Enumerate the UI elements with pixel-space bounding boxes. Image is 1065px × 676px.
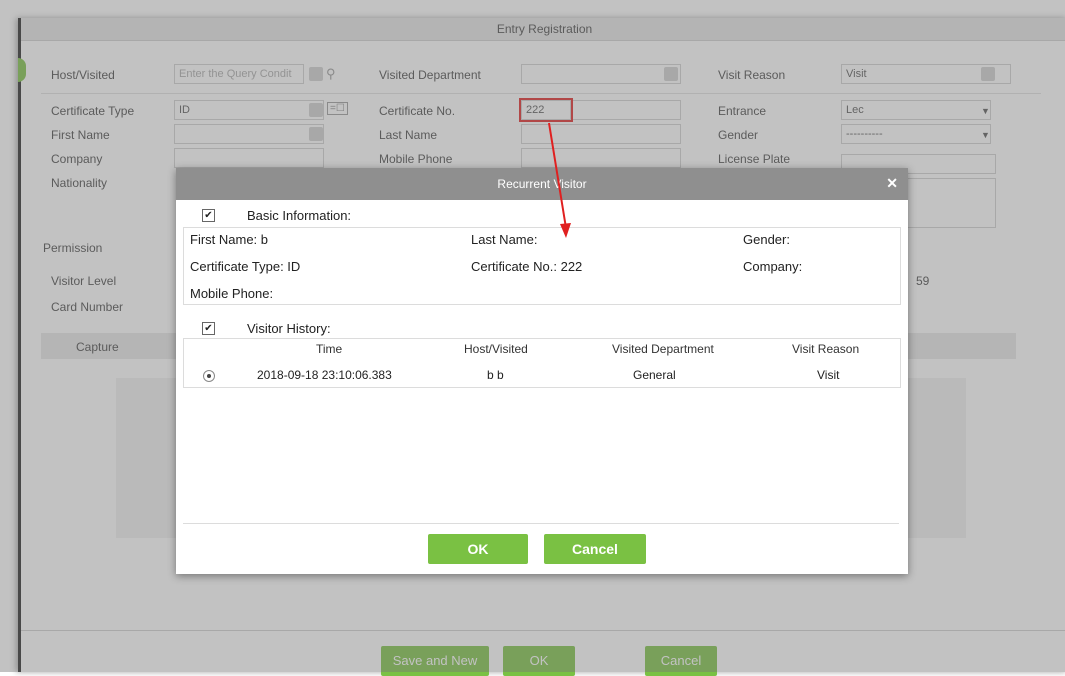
screenshot: Entry Registration Host/Visited Enter th…	[0, 0, 1065, 676]
annotation-arrow	[548, 122, 571, 238]
